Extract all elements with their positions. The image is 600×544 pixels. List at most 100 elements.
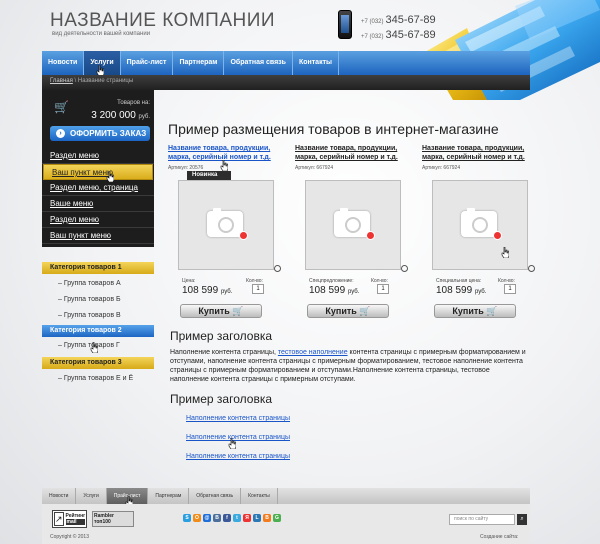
cart-currency: руб. [138, 114, 150, 120]
buy-button-label: Купить [452, 306, 484, 316]
search-button[interactable]: ⌕ [517, 514, 527, 525]
product-image[interactable]: Новинка [178, 171, 281, 272]
nav-price-list[interactable]: Прайс-лист [121, 51, 174, 75]
product-name-link[interactable]: Название товара, продукции, марка, серий… [295, 144, 400, 162]
rambler-line2: топ100 [94, 519, 111, 525]
no-photo-icon [239, 231, 248, 240]
livejournal-icon[interactable]: L [253, 514, 261, 522]
category-item[interactable]: – Группа товаров Е и Ё [58, 375, 133, 382]
arrow-right-icon: › [56, 129, 65, 138]
search-icon: ⌕ [520, 516, 524, 522]
search-input[interactable]: поиск по сайту [449, 514, 515, 525]
product-currency: руб. [347, 289, 360, 295]
google-icon[interactable]: G [273, 514, 281, 522]
mail-icon[interactable]: @ [203, 514, 211, 522]
order-button-label: ОФОРМИТЬ ЗАКАЗ [70, 129, 147, 138]
sidebar-menu-item-label: Ваш пункт меню [52, 168, 114, 177]
footer-nav-news[interactable]: Новости [42, 488, 77, 504]
sidebar-menu-item[interactable]: Раздел меню, страница [42, 180, 154, 196]
buy-button[interactable]: Купить 🛒 [434, 304, 516, 318]
buy-button[interactable]: Купить 🛒 [180, 304, 262, 318]
buy-button-label: Купить [198, 306, 230, 316]
hand-cursor-icon [220, 160, 228, 171]
footer-nav-partners[interactable]: Партнерам [148, 488, 190, 504]
section-heading: Пример заголовка [170, 329, 273, 343]
yandex-icon[interactable]: Я [243, 514, 251, 522]
nav-partners[interactable]: Партнерам [173, 51, 225, 75]
order-button[interactable]: › ОФОРМИТЬ ЗАКАЗ [50, 126, 150, 141]
cart-icon: 🛒 [486, 306, 498, 316]
quantity-input[interactable]: 1 [504, 284, 516, 294]
sidebar-menu-item-active[interactable]: Ваш пункт меню [43, 164, 153, 182]
category-item[interactable]: – Группа товаров Б [58, 296, 121, 303]
product-image[interactable] [432, 180, 535, 272]
nav-services[interactable]: Услуги [84, 51, 121, 76]
category-header-1[interactable]: Категория товаров 1 [42, 262, 154, 274]
sidebar-menu-item[interactable]: Раздел меню [42, 212, 154, 228]
mail-rating-badge[interactable]: ↗ Рейтинг mail [52, 510, 87, 528]
content-link[interactable]: Наполнение контента страницы [186, 453, 290, 460]
product-price-value: 108 599 [436, 285, 473, 296]
paragraph-link[interactable]: тестовое наполнение [278, 349, 348, 356]
category-item[interactable]: – Группа товаров В [58, 312, 121, 319]
buy-button-label: Купить [325, 306, 357, 316]
buy-button[interactable]: Купить 🛒 [307, 304, 389, 318]
quantity-input[interactable]: 1 [252, 284, 264, 294]
facebook-icon[interactable]: f [223, 514, 231, 522]
zoom-icon[interactable] [401, 265, 408, 272]
sidebar-menu-item[interactable]: Раздел меню [42, 148, 154, 164]
sidebar-menu-item[interactable]: Ваш пункт меню [42, 228, 154, 244]
hand-cursor-icon [90, 342, 98, 353]
nav-feedback[interactable]: Обратная связь [224, 51, 293, 75]
product-name-link[interactable]: Название товара, продукции, марка, серий… [422, 144, 527, 162]
camera-placeholder-icon [334, 208, 370, 237]
footer-nav-services[interactable]: Услуги [76, 488, 107, 504]
hand-cursor-icon [501, 247, 509, 258]
category-item[interactable]: – Группа товаров Г [58, 342, 120, 349]
mail-rating-text: Рейтинг mail [65, 513, 86, 525]
skype-icon[interactable]: S [183, 514, 191, 522]
copyright: Copyright © 2013 [50, 534, 89, 540]
category-item-label: Группа товаров В [63, 312, 121, 319]
content-link[interactable]: Наполнение контента страницы [186, 415, 290, 422]
phone-icon [338, 10, 352, 39]
cart-sum-value: 3 200 000 [91, 110, 136, 121]
blogger-icon[interactable]: B [263, 514, 271, 522]
product-price-value: 108 599 [182, 285, 219, 296]
zoom-icon[interactable] [528, 265, 535, 272]
no-photo-icon [493, 231, 502, 240]
paragraph-text: Наполнение контента страницы, [170, 349, 278, 356]
category-item[interactable]: – Группа товаров А [58, 280, 121, 287]
content-paragraph: Наполнение контента страницы, тестовое н… [170, 348, 530, 384]
nav-contacts[interactable]: Контакты [293, 51, 339, 75]
footer-nav-feedback[interactable]: Обратная связь [189, 488, 242, 504]
product-currency: руб. [220, 289, 233, 295]
category-item-label: Группа товаров Е и Ё [63, 375, 134, 382]
rambler-top100-badge[interactable]: Rambler топ100 [92, 511, 134, 527]
category-header-3[interactable]: Категория товаров 3 [42, 357, 154, 369]
odnoklassniki-icon[interactable]: О [193, 514, 201, 522]
footer-nav: Новости Услуги Прайс-лист Партнерам Обра… [42, 488, 530, 507]
cart-summary[interactable]: 🛒 Товаров на: 3 200 000 руб. [48, 98, 152, 124]
no-photo-icon [366, 231, 375, 240]
cart-icon: 🛒 [359, 306, 371, 316]
mail-rating-line2: mail [65, 519, 86, 525]
sidebar-menu-item[interactable]: Ваше меню [42, 196, 154, 212]
vk-icon[interactable]: В [213, 514, 221, 522]
footer-nav-price-list[interactable]: Прайс-лист [106, 488, 149, 507]
product-image[interactable] [305, 180, 408, 272]
phone-code: +7 (032) [361, 19, 384, 25]
product-sku: Артикул: 667924 [295, 165, 334, 171]
footer-nav-contacts[interactable]: Контакты [241, 488, 278, 504]
category-item-label: Группа товаров А [63, 280, 121, 287]
product-currency: руб. [474, 289, 487, 295]
content-link[interactable]: Наполнение контента страницы [186, 434, 290, 441]
cart-label: Товаров на: [117, 100, 150, 106]
category-header-2[interactable]: Категория товаров 2 [42, 325, 154, 337]
camera-placeholder-icon [207, 208, 243, 237]
nav-news[interactable]: Новости [42, 51, 85, 75]
quantity-input[interactable]: 1 [377, 284, 389, 294]
twitter-icon[interactable]: t [233, 514, 241, 522]
zoom-icon[interactable] [274, 265, 281, 272]
breadcrumb-home[interactable]: Главная [50, 78, 73, 84]
